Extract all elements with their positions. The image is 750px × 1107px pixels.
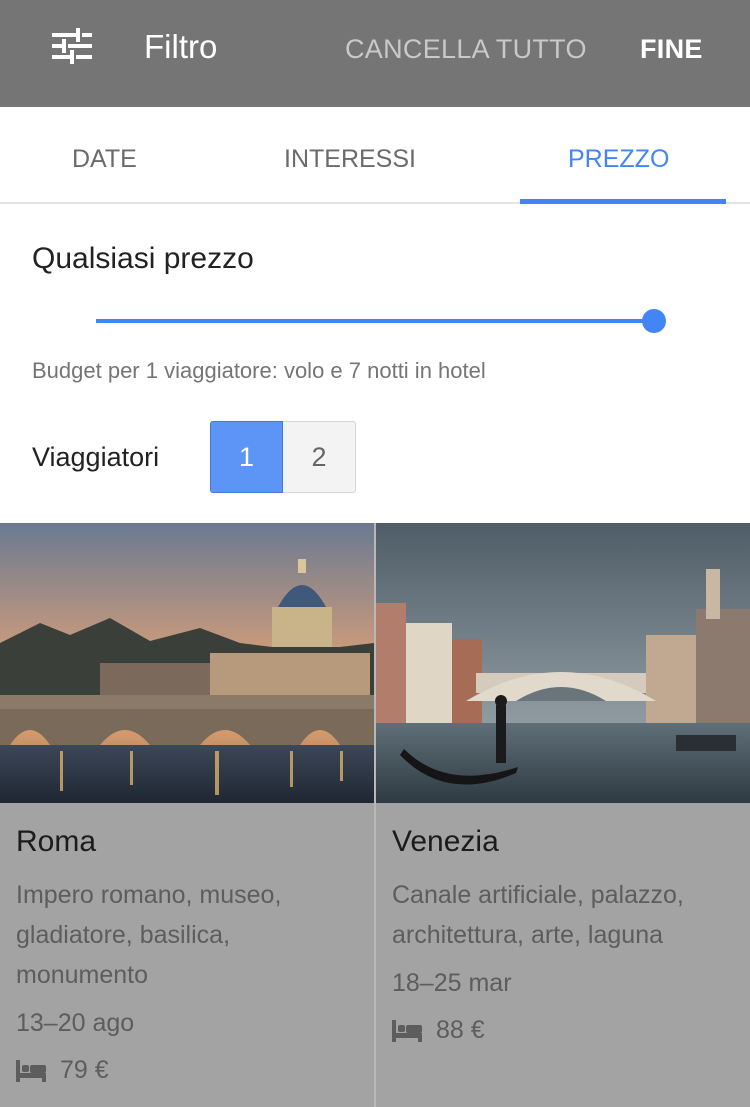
destination-card-venezia[interactable]: Venezia Canale artificiale, palazzo, arc… xyxy=(376,523,750,1107)
tab-date[interactable]: DATE xyxy=(72,145,137,174)
destination-city: Venezia xyxy=(392,825,499,858)
destination-tags: Canale artificiale, palazzo, architettur… xyxy=(392,881,684,949)
price-slider-track[interactable] xyxy=(96,319,656,323)
destination-photo-venezia xyxy=(376,523,750,803)
page-title: Filtro xyxy=(144,28,218,65)
tab-bar: DATE INTERESSI PREZZO xyxy=(0,107,750,204)
destination-tags: Impero romano, museo, gladiatore, basili… xyxy=(16,881,282,989)
travelers-option-1[interactable]: 1 xyxy=(210,421,283,493)
destination-card-roma[interactable]: Roma Impero romano, museo, gladiatore, b… xyxy=(0,523,374,1107)
filter-sliders-icon[interactable] xyxy=(52,28,92,64)
hotel-bed-icon xyxy=(392,1019,422,1042)
destination-price: 88 € xyxy=(436,1016,485,1044)
done-button[interactable]: FINE xyxy=(640,34,703,65)
destination-city: Roma xyxy=(16,825,97,858)
destination-dates: 18–25 mar xyxy=(392,969,512,997)
clear-all-button[interactable]: CANCELLA TUTTO xyxy=(345,34,587,65)
budget-note: Budget per 1 viaggiatore: volo e 7 notti… xyxy=(32,358,486,383)
tab-interests[interactable]: INTERESSI xyxy=(284,145,416,174)
destination-price-row: 88 € xyxy=(392,1016,485,1045)
price-filter-title: Qualsiasi prezzo xyxy=(32,242,254,275)
active-tab-indicator xyxy=(520,199,726,204)
travelers-option-2[interactable]: 2 xyxy=(283,421,356,493)
tab-price[interactable]: PREZZO xyxy=(568,145,669,174)
destination-photo-roma xyxy=(0,523,374,803)
destination-price: 79 € xyxy=(60,1056,109,1084)
destination-dates: 13–20 ago xyxy=(16,1009,135,1037)
price-slider-thumb[interactable] xyxy=(642,309,666,333)
travelers-label: Viaggiatori xyxy=(32,442,160,472)
hotel-bed-icon xyxy=(16,1059,46,1082)
destination-price-row: 79 € xyxy=(16,1056,109,1085)
top-app-bar: Filtro CANCELLA TUTTO FINE xyxy=(0,0,750,107)
